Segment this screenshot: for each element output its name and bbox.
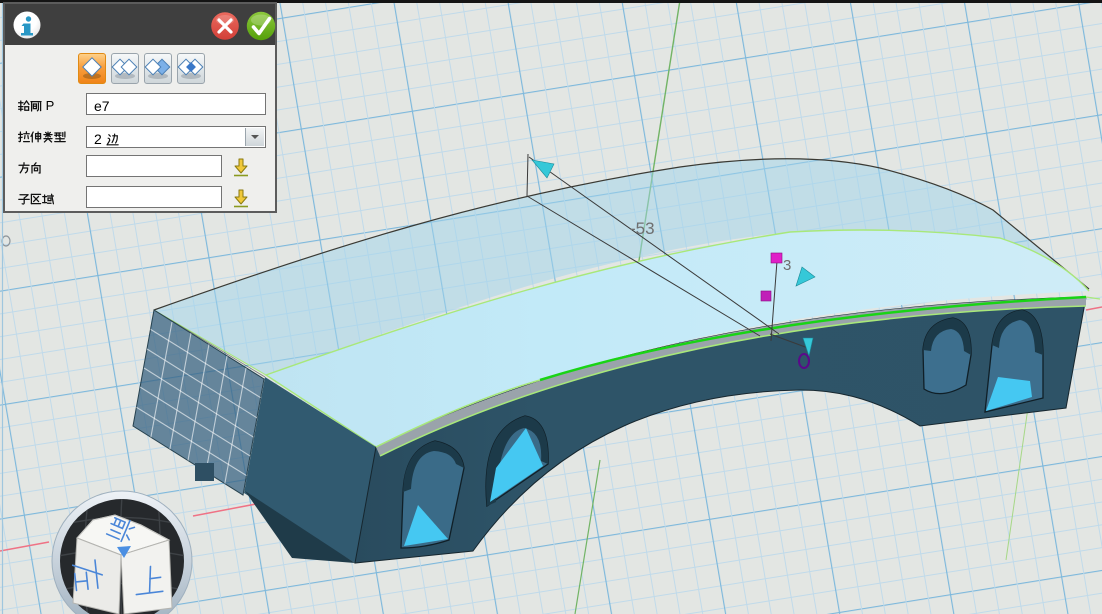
svg-text:-53: -53: [630, 219, 655, 238]
svg-text:3: 3: [783, 257, 791, 274]
